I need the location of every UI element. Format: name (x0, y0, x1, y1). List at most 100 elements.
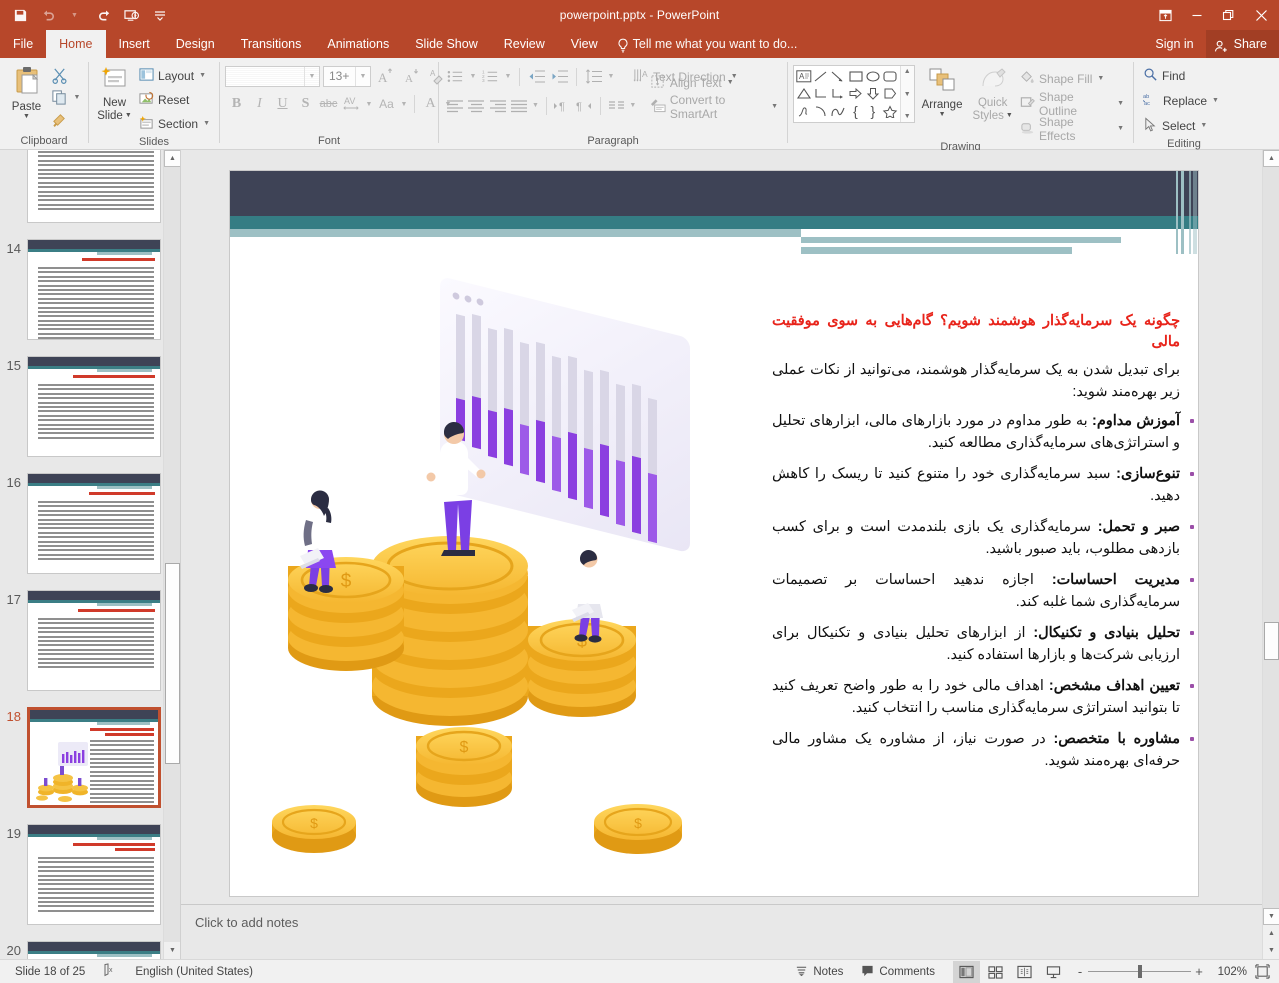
align-text-dropdown-icon[interactable]: ▼ (727, 79, 734, 86)
shape-outline-button[interactable]: Shape Outline ▼ (1016, 90, 1128, 118)
sign-in-button[interactable]: Sign in (1143, 30, 1205, 58)
thumbnail-slide-13[interactable]: 13 (0, 150, 180, 231)
normal-view-button[interactable] (953, 960, 980, 983)
minimize-icon[interactable] (1181, 0, 1212, 30)
shape-effects-dropdown-icon[interactable]: ▼ (1117, 125, 1124, 132)
ribbon-display-options-icon[interactable] (1150, 0, 1181, 30)
shape-textbox-icon[interactable]: A (795, 68, 812, 85)
zoom-knob[interactable] (1138, 965, 1142, 978)
notes-button[interactable]: Notes (786, 960, 852, 983)
thumbnail-slide-19[interactable]: 19 (0, 816, 180, 933)
shapes-gallery[interactable]: A {} ▲ ▼ ▼ (793, 65, 915, 123)
comments-button[interactable]: Comments (852, 960, 944, 983)
shape-elbow-connector-icon[interactable] (812, 85, 829, 102)
numbering-dropdown-icon[interactable]: ▼ (502, 66, 514, 88)
align-left-button[interactable] (444, 95, 465, 117)
gallery-scroll-down-icon[interactable]: ▼ (904, 91, 911, 98)
fit-slide-to-window-button[interactable] (1251, 961, 1273, 983)
shape-fill-dropdown-icon[interactable]: ▼ (1097, 75, 1104, 82)
save-icon[interactable] (6, 2, 34, 28)
layout-button[interactable]: Layout ▼ (135, 64, 214, 87)
new-slide-dropdown-icon[interactable]: ▼ (125, 112, 132, 120)
restore-icon[interactable] (1212, 0, 1243, 30)
reset-button[interactable]: Reset (135, 88, 214, 111)
shape-arrow-icon[interactable] (830, 68, 847, 85)
next-slide-icon[interactable]: ▼ (1263, 942, 1279, 959)
shape-rounded-rect-icon[interactable] (881, 68, 898, 85)
tab-insert[interactable]: Insert (106, 30, 163, 58)
shape-down-arrow-icon[interactable] (864, 85, 881, 102)
slide-thumbnail-pane[interactable]: 13 14 (0, 150, 181, 959)
numbering-button[interactable]: 123 (479, 66, 502, 88)
thumbnail-scroll-down-icon[interactable]: ▼ (164, 942, 180, 959)
select-button[interactable]: Select ▼ (1139, 114, 1211, 137)
thumbnail-scrollbar-thumb[interactable] (165, 563, 180, 764)
arrange-dropdown-icon[interactable]: ▼ (939, 111, 946, 119)
character-spacing-button[interactable]: AV (340, 93, 363, 115)
slide-show-view-button[interactable] (1040, 961, 1067, 983)
decrease-indent-button[interactable] (525, 66, 548, 88)
thumbnail-slide-20[interactable]: 20 (0, 933, 180, 959)
tab-review[interactable]: Review (491, 30, 558, 58)
ltr-text-direction-button[interactable]: ¶ (552, 95, 573, 117)
gallery-scroll-up-icon[interactable]: ▲ (904, 68, 911, 75)
undo-dropdown-icon[interactable]: ▼ (62, 2, 90, 28)
zoom-out-button[interactable]: - (1072, 964, 1088, 979)
undo-icon[interactable] (34, 2, 62, 28)
slide-scroll-up-icon[interactable]: ▲ (1263, 150, 1279, 167)
shape-right-brace-icon[interactable]: } (864, 103, 881, 120)
thumbnail-image[interactable] (27, 824, 161, 925)
shape-elbow-arrow-icon[interactable] (830, 85, 847, 102)
zoom-level-label[interactable]: 102% (1211, 966, 1251, 978)
gallery-expand-icon[interactable]: ▼ (904, 113, 911, 120)
shape-left-brace-icon[interactable]: { (847, 103, 864, 120)
find-button[interactable]: Find (1139, 64, 1189, 87)
columns-button[interactable] (606, 95, 627, 117)
redo-icon[interactable] (90, 2, 118, 28)
tab-slide-show[interactable]: Slide Show (402, 30, 491, 58)
shape-fill-button[interactable]: Shape Fill ▼ (1016, 67, 1128, 90)
thumbnail-slide-16[interactable]: 16 (0, 465, 180, 582)
font-name-dropdown-icon[interactable]: ▼ (304, 66, 319, 86)
tab-design[interactable]: Design (163, 30, 228, 58)
section-button[interactable]: Section ▼ (135, 112, 214, 135)
font-size-dropdown-icon[interactable]: ▼ (355, 66, 370, 86)
smartart-dropdown-icon[interactable]: ▼ (771, 103, 778, 110)
current-slide[interactable]: $ (229, 170, 1199, 897)
justify-button[interactable] (508, 95, 529, 117)
tab-file[interactable]: File (0, 30, 46, 58)
paste-button[interactable]: Paste ▼ (5, 63, 48, 121)
line-spacing-dropdown-icon[interactable]: ▼ (605, 66, 617, 88)
change-case-button[interactable]: Aa (375, 93, 398, 115)
shape-arc-icon[interactable] (812, 103, 829, 120)
strikethrough-button[interactable]: abc (317, 93, 340, 115)
shape-right-arrow-icon[interactable] (847, 85, 864, 102)
shape-triangle-icon[interactable] (795, 85, 812, 102)
change-case-dropdown-icon[interactable]: ▼ (398, 93, 410, 115)
italic-button[interactable]: I (248, 93, 271, 115)
tab-view[interactable]: View (558, 30, 611, 58)
thumbnail-slide-15[interactable]: 15 (0, 348, 180, 465)
format-painter-button[interactable] (48, 108, 71, 130)
bold-button[interactable]: B (225, 93, 248, 115)
select-dropdown-icon[interactable]: ▼ (1200, 122, 1207, 129)
layout-dropdown-icon[interactable]: ▼ (199, 72, 206, 79)
quick-styles-button[interactable]: Quick Styles ▼ (969, 65, 1016, 122)
replace-button[interactable]: ab ac Replace ▼ (1139, 89, 1223, 112)
character-spacing-dropdown-icon[interactable]: ▼ (363, 93, 375, 115)
new-slide-button[interactable]: New Slide ▼ (94, 63, 135, 122)
shape-line-icon[interactable] (812, 68, 829, 85)
replace-dropdown-icon[interactable]: ▼ (1212, 97, 1219, 104)
align-center-button[interactable] (465, 95, 486, 117)
shape-effects-button[interactable]: Shape Effects ▼ (1016, 115, 1128, 143)
shapes-gallery-scrollbar[interactable]: ▲ ▼ ▼ (899, 66, 914, 122)
thumbnail-image[interactable] (27, 356, 161, 457)
thumbnail-slide-14[interactable]: 14 (0, 231, 180, 348)
justify-dropdown-icon[interactable]: ▼ (530, 95, 541, 117)
tell-me-search[interactable]: Tell me what you want to do... (611, 30, 806, 58)
decrease-font-size-button[interactable]: A (400, 65, 423, 87)
tab-transitions[interactable]: Transitions (228, 30, 315, 58)
rtl-text-direction-button[interactable]: ¶ (573, 95, 594, 117)
thumbnail-slide-18[interactable]: 18 (0, 699, 180, 816)
shape-rectangle-icon[interactable] (847, 68, 864, 85)
